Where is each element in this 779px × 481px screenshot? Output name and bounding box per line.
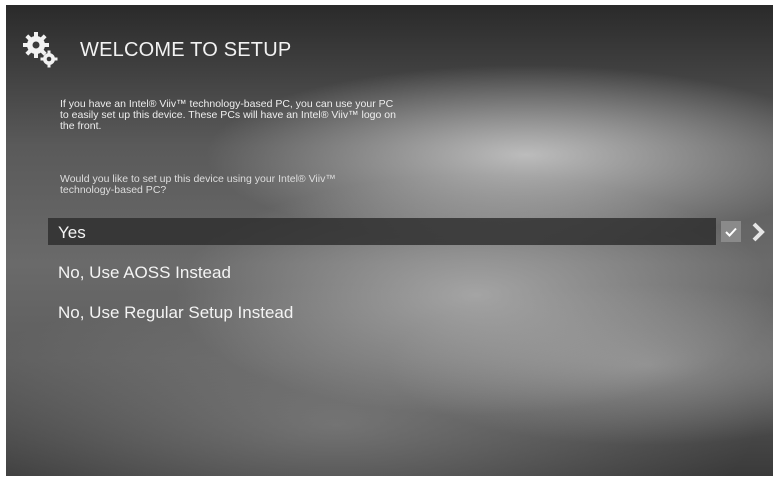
option-yes[interactable]: Yes: [58, 223, 86, 243]
page-title: WELCOME TO SETUP: [80, 38, 292, 61]
description-text: If you have an Intel® Viiv™ technology-b…: [60, 98, 396, 132]
chevron-right-icon: [752, 222, 765, 241]
setup-screen: WELCOME TO SETUP If you have an Intel® V…: [6, 5, 773, 476]
selection-highlight: [48, 218, 716, 245]
next-button[interactable]: [747, 218, 769, 245]
option-regular-setup[interactable]: No, Use Regular Setup Instead: [58, 303, 293, 323]
question-text: Would you like to set up this device usi…: [60, 173, 336, 196]
confirm-button[interactable]: [721, 221, 741, 242]
checkmark-icon: [725, 227, 737, 237]
option-use-aoss[interactable]: No, Use AOSS Instead: [58, 263, 231, 283]
header: WELCOME TO SETUP: [22, 31, 291, 69]
gear-icon: [23, 32, 58, 68]
